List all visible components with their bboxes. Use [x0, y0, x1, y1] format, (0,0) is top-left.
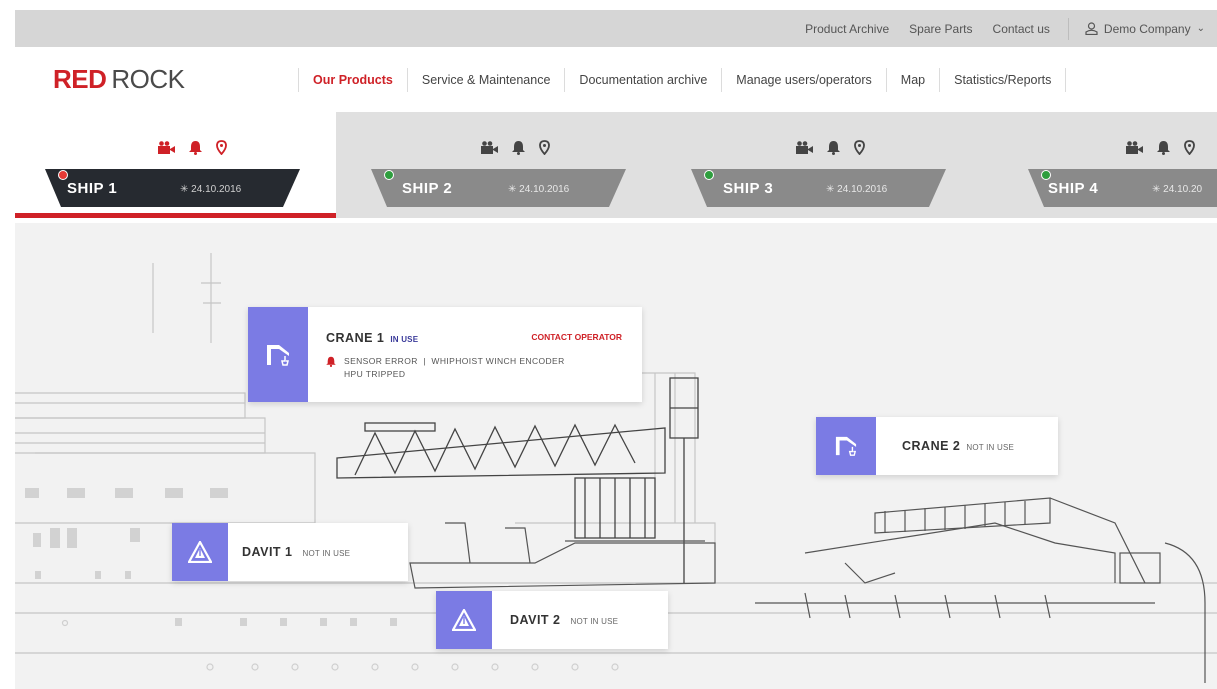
- davit-2-name: DAVIT 2: [510, 613, 561, 627]
- camera-icon: [1126, 141, 1143, 154]
- bell-icon: [512, 141, 525, 155]
- crane-1-error-line-1: SENSOR ERROR | WHIPHOIST WINCH ENCODER: [344, 355, 565, 366]
- location-pin-icon: [539, 140, 550, 155]
- crane-1-status: IN USE: [390, 334, 419, 344]
- logo[interactable]: RED ROCK: [53, 64, 185, 95]
- spare-parts-link[interactable]: Spare Parts: [909, 22, 972, 36]
- ship-1-icons: [158, 140, 227, 155]
- ship-3-date: ✳ 24.10.2016: [826, 184, 887, 195]
- crane-1-icon-box: [248, 307, 308, 402]
- ship-2-date-text: 24.10.2016: [519, 184, 570, 195]
- location-pin-icon: [854, 140, 865, 155]
- logo-rock: ROCK: [111, 64, 185, 94]
- contact-us-link[interactable]: Contact us: [993, 22, 1050, 36]
- davit-1-details: DAVIT 1 NOT IN USE: [228, 523, 368, 581]
- ship-3-status-dot: [704, 170, 714, 180]
- crane-2-name: CRANE 2: [902, 439, 961, 453]
- divider: [1067, 17, 1069, 40]
- company-name: Demo Company: [1103, 21, 1191, 36]
- ship-tabs: SHIP 1 ✳ 24.10.2016 SHIP 2 ✳ 24.10.2016 …: [15, 112, 1217, 218]
- tab-ship-4[interactable]: SHIP 4 ✳ 24.10.20: [996, 112, 1217, 218]
- crane-1-card[interactable]: CRANE 1 IN USE CONTACT OPERATOR SENSOR ER…: [248, 307, 642, 402]
- nav-documentation-archive[interactable]: Documentation archive: [564, 68, 721, 92]
- ship-1-name: SHIP 1: [67, 180, 118, 197]
- davit-icon: [452, 609, 476, 631]
- camera-icon: [481, 141, 498, 154]
- camera-icon: [796, 141, 813, 154]
- ship-1-date-text: 24.10.2016: [191, 184, 242, 195]
- crane-2-status: NOT IN USE: [966, 443, 1015, 452]
- crane-icon: [835, 436, 857, 456]
- chevron-down-icon: ⌄: [1196, 23, 1205, 34]
- crane-1-name: CRANE 1: [326, 330, 385, 345]
- ship-illustration: CRANE 1 IN USE CONTACT OPERATOR SENSOR ER…: [15, 223, 1217, 689]
- crane-1-error: SENSOR ERROR | WHIPHOIST WINCH ENCODER H…: [326, 355, 624, 381]
- ship-3-date-text: 24.10.2016: [837, 184, 888, 195]
- ship-1-status-dot: [58, 170, 68, 180]
- nav-map[interactable]: Map: [885, 68, 939, 92]
- ship-4-date-text: 24.10.20: [1163, 184, 1203, 195]
- nav-statistics-reports[interactable]: Statistics/Reports: [939, 68, 1067, 92]
- crane-1-details: CRANE 1 IN USE CONTACT OPERATOR SENSOR ER…: [308, 307, 642, 402]
- crane-2-icon-box: [816, 417, 876, 475]
- ship-3-name: SHIP 3: [723, 180, 774, 197]
- ship-4-date: ✳ 24.10.20: [1152, 184, 1202, 195]
- ship-1-date: ✳ 24.10.2016: [180, 184, 241, 195]
- utility-bar: Product Archive Spare Parts Contact us D…: [15, 10, 1217, 47]
- nav-service-maintenance[interactable]: Service & Maintenance: [406, 68, 565, 92]
- contact-operator-link[interactable]: CONTACT OPERATOR: [531, 332, 622, 342]
- bell-icon: [189, 141, 202, 155]
- crane-2-details: CRANE 2 NOT IN USE: [876, 417, 1032, 475]
- ship-2-status-dot: [384, 170, 394, 180]
- davit-1-name: DAVIT 1: [242, 545, 293, 559]
- snowflake-icon: ✳: [1152, 184, 1161, 195]
- davit-icon: [188, 541, 212, 563]
- crane-2-card[interactable]: CRANE 2 NOT IN USE: [816, 417, 1058, 475]
- ship-4-name: SHIP 4: [1048, 180, 1099, 197]
- ship-2-icons: [481, 140, 550, 155]
- ship-3-icons: [796, 140, 865, 155]
- davit-1-status: NOT IN USE: [302, 549, 351, 558]
- tab-ship-3[interactable]: SHIP 3 ✳ 24.10.2016: [666, 112, 996, 218]
- crane-1-error-line-2: HPU TRIPPED: [344, 368, 406, 379]
- bell-icon: [827, 141, 840, 155]
- main-nav: RED ROCK Our Products Service & Maintenan…: [0, 47, 1217, 112]
- tab-ship-1[interactable]: SHIP 1 ✳ 24.10.2016: [15, 112, 336, 218]
- alert-bell-icon: [326, 356, 336, 367]
- ship-2-date: ✳ 24.10.2016: [508, 184, 569, 195]
- nav-manage-users[interactable]: Manage users/operators: [721, 68, 886, 92]
- location-pin-icon: [1184, 140, 1195, 155]
- davit-2-status: NOT IN USE: [570, 617, 619, 626]
- nav-our-products[interactable]: Our Products: [298, 68, 407, 92]
- davit-2-card[interactable]: DAVIT 2 NOT IN USE: [436, 591, 668, 649]
- crane-icon: [267, 344, 289, 366]
- user-icon: [1085, 22, 1098, 35]
- location-pin-icon: [216, 140, 227, 155]
- snowflake-icon: ✳: [826, 184, 835, 195]
- ship-2-name: SHIP 2: [402, 180, 453, 197]
- company-menu[interactable]: Demo Company ⌄: [1085, 22, 1205, 36]
- davit-2-details: DAVIT 2 NOT IN USE: [492, 591, 636, 649]
- davit-2-icon-box: [436, 591, 492, 649]
- davit-1-card[interactable]: DAVIT 1 NOT IN USE: [172, 523, 408, 581]
- camera-icon: [158, 141, 175, 154]
- logo-red: RED: [53, 64, 107, 94]
- nav-links: Our Products Service & Maintenance Docum…: [298, 68, 1067, 92]
- bell-icon: [1157, 141, 1170, 155]
- snowflake-icon: ✳: [508, 184, 517, 195]
- product-archive-link[interactable]: Product Archive: [805, 22, 889, 36]
- ship-4-icons: [1126, 140, 1195, 155]
- snowflake-icon: ✳: [180, 184, 189, 195]
- davit-1-icon-box: [172, 523, 228, 581]
- tab-ship-2[interactable]: SHIP 2 ✳ 24.10.2016: [336, 112, 666, 218]
- ship-4-status-dot: [1041, 170, 1051, 180]
